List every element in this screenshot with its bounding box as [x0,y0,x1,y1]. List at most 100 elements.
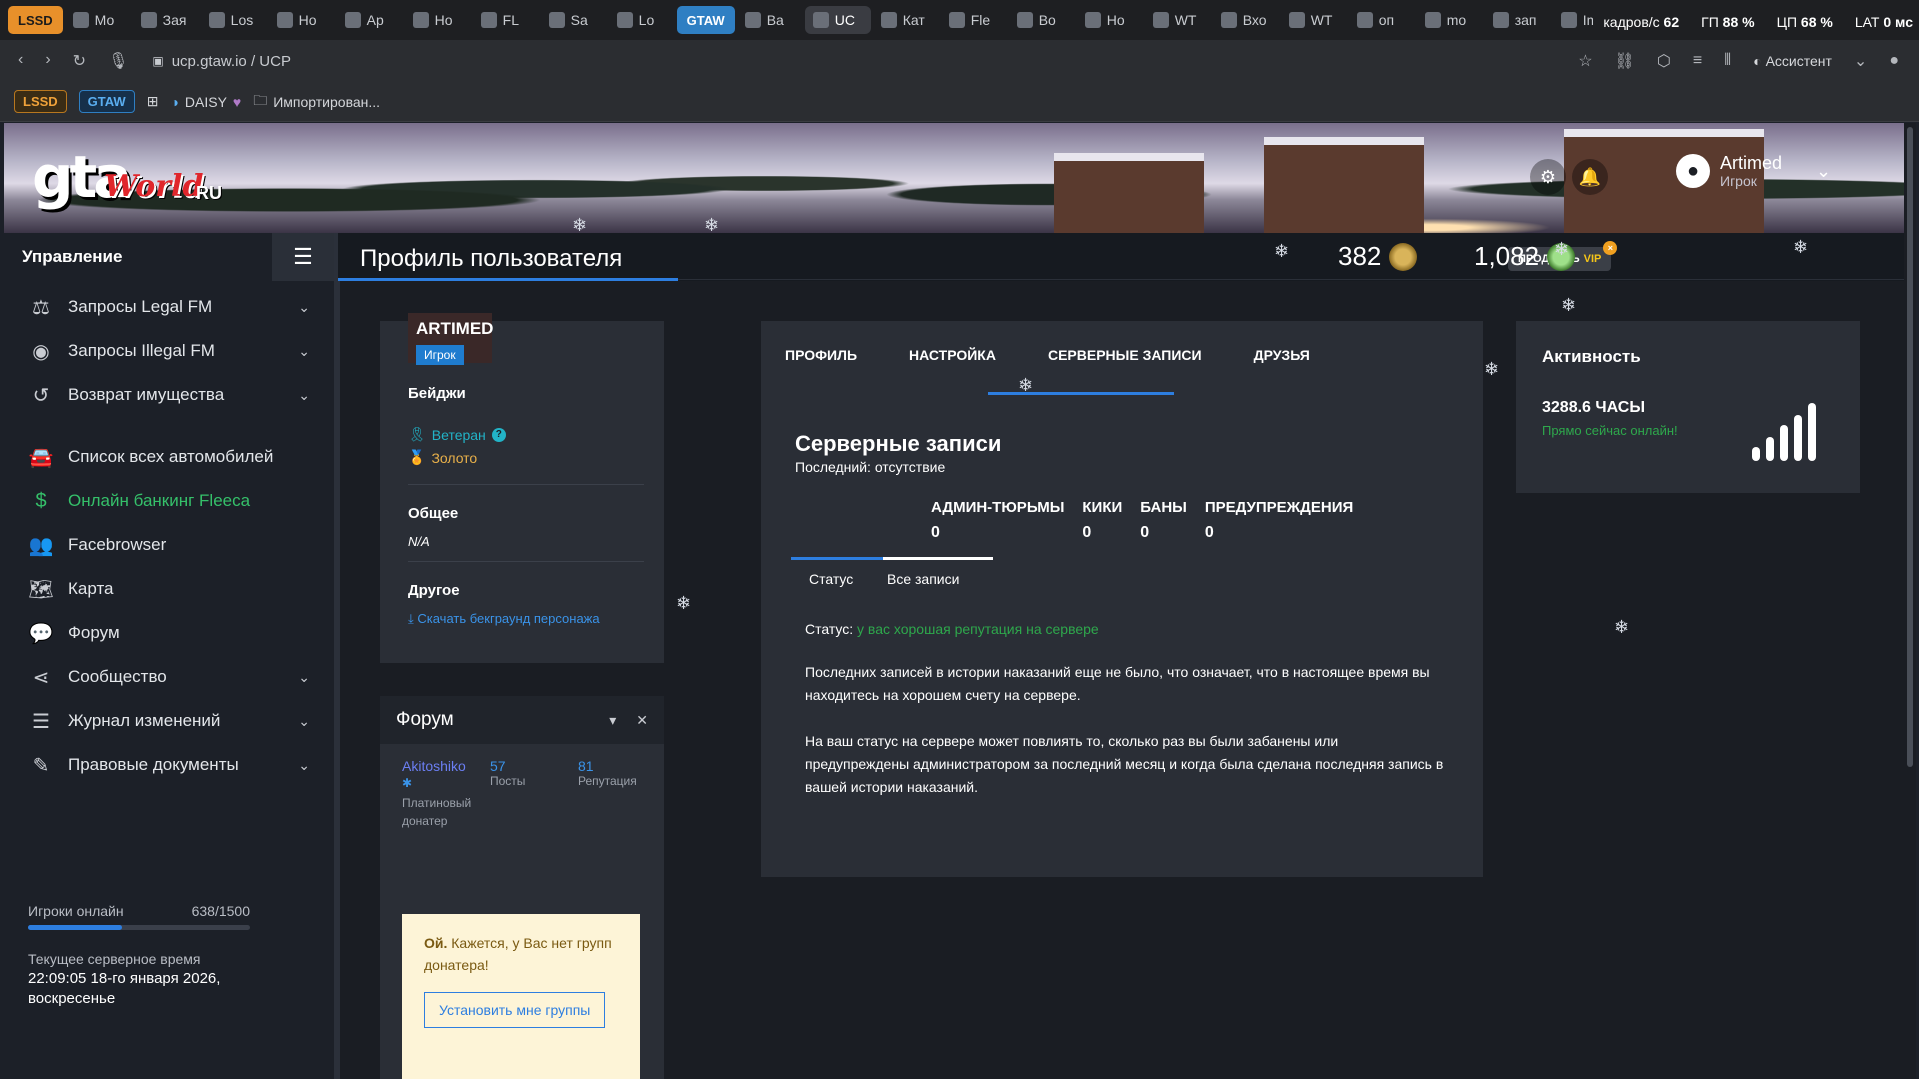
record-count-value: 0 [1204,524,1214,541]
question-icon[interactable]: ? [491,427,506,442]
sidebar-item[interactable]: ☰ Журнал изменений ⌄ [4,699,334,743]
sidebar: Управление ☰ ⚖ Запросы Legal FM ⌄ ◉ Запросы … [4,233,334,1079]
page-scrollbar[interactable] [1904,123,1916,1079]
badge-veteran: 🎗 Ветеран ? [408,426,644,443]
sidebar-item[interactable]: 🚘 Список всех автомобилей [4,435,334,479]
bookmark-lssd[interactable]: LSSD [14,90,67,113]
bookmark-gtaw[interactable]: GTAW [78,90,135,113]
browser-tab[interactable]: Зая [133,6,199,34]
microphone-icon[interactable]: 🎙 [108,51,128,71]
activity-card: Активность 3288.6 ЧАСЫ Прямо сейчас онла… [1516,321,1860,493]
subtab-status-underline [791,557,883,560]
browser-tab[interactable]: Bo [1009,6,1075,34]
profile-dot-icon[interactable]: ● [1889,52,1899,70]
browser-tab[interactable]: FL [473,6,539,34]
tab-favicon-icon [1152,12,1169,28]
sidebar-item[interactable]: 🗺 Карта [4,567,334,611]
profile-tab[interactable]: СЕРВЕРНЫЕ ЗАПИСИ [1048,347,1202,363]
browser-tab[interactable]: LSSD [8,6,63,34]
browser-tab[interactable]: Ho [1077,6,1143,34]
record-count-label: КИКИ [1082,499,1123,516]
subtab-all-records[interactable]: Все записи [887,571,959,587]
browser-tab[interactable]: зап [1485,6,1551,34]
star-icon[interactable]: ☆ [1578,51,1592,71]
chevron-down-icon[interactable]: ⌄ [1854,51,1867,71]
collapse-icon[interactable]: ▾ [609,712,616,729]
record-count: КИКИ 0 [1082,499,1122,542]
browser-tab[interactable]: Кат [873,6,939,34]
status-value: у вас хорошая репутация на сервере [857,621,1099,637]
browser-tab[interactable]: WT [1145,6,1211,34]
browser-tab[interactable]: Ba [737,6,803,34]
profile-name: ARTIMED [416,319,494,338]
record-count: БАНЫ 0 [1140,499,1187,542]
browser-tab[interactable]: оп [1349,6,1415,34]
browser-tab[interactable]: Ho [405,6,471,34]
sidebar-item[interactable]: $ Онлайн банкинг Fleeca [4,479,334,523]
forward-icon[interactable]: › [45,51,50,71]
vip-close-icon[interactable]: × [1603,241,1618,255]
sidebar-item[interactable]: ⚖ Запросы Legal FM ⌄ [4,285,334,329]
browser-tab[interactable]: Ap [337,6,403,34]
divider [408,561,644,562]
profile-tab[interactable]: ДРУЗЬЯ [1254,347,1310,363]
download-background-link[interactable]: ⤓ Скачать бекграунд персонажа [408,611,644,627]
sidebar-item[interactable]: 👥 Facebrowser [4,523,334,567]
banner-house [1264,137,1424,233]
sidebar-item[interactable]: ↺ Возврат имущества ⌄ [4,373,334,417]
browser-tab[interactable]: WT [1281,6,1347,34]
sidebar-item[interactable]: ◉ Запросы Illegal FM ⌄ [4,329,334,373]
browser-tab[interactable]: Los [201,6,267,34]
sidebar-item[interactable]: ✎ Правовые документы ⌄ [4,743,334,787]
sidebar-toggle-button[interactable]: ☰ [272,233,334,281]
browser-tab[interactable]: UC [804,6,871,34]
browser-tab[interactable]: mo [1417,6,1483,34]
chevron-down-icon: ⌄ [298,668,310,685]
assistant-button[interactable]: ◐ Ассистент [1753,53,1832,69]
profile-tab[interactable]: ПРОФИЛЬ [785,347,857,363]
reload-icon[interactable]: ↻ [73,51,86,71]
medal-icon: 🏅 [408,449,426,465]
sidebar-scrollbar[interactable] [334,233,340,1079]
bookmark-daisy[interactable]: ◑ DAISY ♥ [170,94,241,110]
sidebar-item[interactable]: ⋖ Сообщество ⌄ [4,655,334,699]
record-count-value: 0 [1082,524,1092,541]
subtab-status[interactable]: Статус [809,571,853,587]
snowflake-icon: ❄ [572,215,588,235]
profile-tab[interactable]: НАСТРОЙКА [909,347,996,363]
close-icon[interactable]: ✕ [636,712,648,729]
browser-tab[interactable]: Lo [609,6,675,34]
browser-tab[interactable]: Fle [941,6,1007,34]
badge-veteran-label: Ветеран [431,426,486,443]
general-section: Общее N/A [408,505,644,562]
audio-wave-icon[interactable]: ⦀ [1724,52,1731,70]
browser-tab[interactable]: Вхо [1213,6,1279,34]
back-icon[interactable]: ‹ [18,51,23,71]
set-donor-groups-button[interactable]: Установить мне группы [424,992,606,1028]
browser-tab[interactable]: Sa [541,6,607,34]
extensions-icon[interactable]: ⬡ [1657,51,1671,71]
bookmark-imported-folder[interactable]: 🗀 Импортирован... [253,90,380,114]
forum-rank-line1: Платиновый [402,796,472,810]
gta-world-logo[interactable]: gta World RU [26,139,226,219]
browser-tab[interactable]: Ho [269,6,335,34]
notification-bell-icon[interactable]: 🔔 [1572,159,1608,195]
browser-tab-label: Bo [1038,12,1056,28]
page-scrollbar-thumb[interactable] [1907,127,1913,767]
apps-grid-icon[interactable]: ⊞ [147,93,159,110]
user-menu[interactable]: ● Artimed Игрок ⌄ [1676,153,1831,189]
url-field[interactable]: ▣ ucp.gtaw.io / UCP [152,53,291,70]
link-icon[interactable]: ⛓ [1615,51,1635,71]
browser-tab[interactable]: Мо [65,6,131,34]
bookmarks-bar: LSSD GTAW ⊞ ◑ DAISY ♥ 🗀 Импортирован... [0,82,1919,122]
settings-gear-icon[interactable]: ⚙ [1530,159,1566,195]
divider [408,484,644,485]
sidebar-item[interactable]: 💬 Форум [4,611,334,655]
sidebar-item-label: Возврат имущества [68,385,225,404]
tab-favicon-icon [480,12,497,28]
browser-tab-label: оп [1378,12,1395,28]
site-favicon-icon: ▣ [152,54,164,68]
menu-lines-icon[interactable]: ≡ [1693,52,1702,70]
server-time-day: воскресенье [28,990,116,1007]
browser-tab[interactable]: GTAW [676,6,735,34]
